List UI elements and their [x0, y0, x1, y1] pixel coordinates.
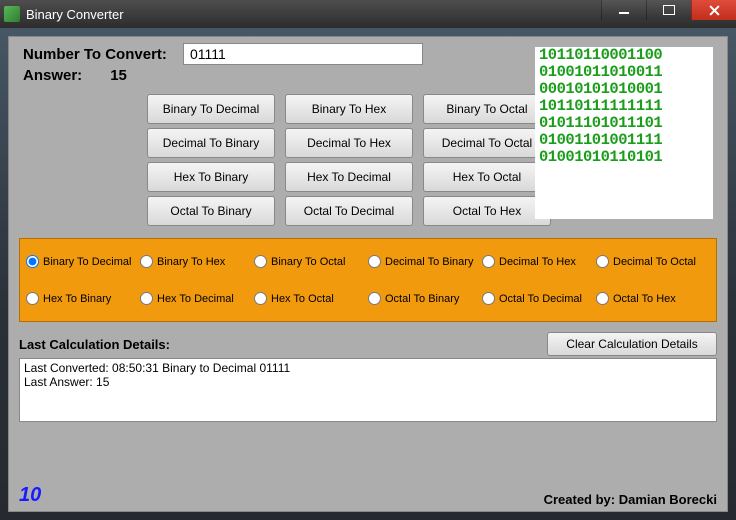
details-heading: Last Calculation Details:: [19, 337, 170, 352]
radio-panel: Binary To Decimal Binary To Hex Binary To …: [19, 238, 717, 322]
radio-label: Binary To Hex: [157, 256, 225, 268]
radio-input[interactable]: [482, 255, 495, 268]
convert-button-hex-to-decimal[interactable]: Hex To Decimal: [285, 162, 413, 192]
radio-label: Decimal To Octal: [613, 256, 696, 268]
convert-button-decimal-to-binary[interactable]: Decimal To Binary: [147, 128, 275, 158]
window-title: Binary Converter: [26, 7, 124, 22]
convert-button-grid: Binary To Decimal Binary To Hex Binary To …: [147, 94, 557, 226]
details-line1: Last Converted: 08:50:31 Binary to Decim…: [24, 361, 712, 375]
convert-button-binary-to-hex[interactable]: Binary To Hex: [285, 94, 413, 124]
answer-label: Answer:: [23, 67, 82, 84]
radio-octal-to-hex[interactable]: Octal To Hex: [596, 280, 710, 317]
radio-label: Octal To Binary: [385, 293, 459, 305]
radio-hex-to-binary[interactable]: Hex To Binary: [26, 280, 140, 317]
radio-binary-to-hex[interactable]: Binary To Hex: [140, 243, 254, 280]
radio-input[interactable]: [596, 255, 609, 268]
radio-input[interactable]: [254, 255, 267, 268]
convert-button-decimal-to-octal[interactable]: Decimal To Octal: [423, 128, 551, 158]
radio-label: Decimal To Binary: [385, 256, 473, 268]
radio-hex-to-decimal[interactable]: Hex To Decimal: [140, 280, 254, 317]
convert-button-hex-to-binary[interactable]: Hex To Binary: [147, 162, 275, 192]
close-button[interactable]: [691, 0, 736, 20]
radio-decimal-to-binary[interactable]: Decimal To Binary: [368, 243, 482, 280]
convert-button-hex-to-octal[interactable]: Hex To Octal: [423, 162, 551, 192]
radio-input[interactable]: [368, 255, 381, 268]
convert-button-binary-to-octal[interactable]: Binary To Octal: [423, 94, 551, 124]
radio-input[interactable]: [254, 292, 267, 305]
clear-details-button[interactable]: Clear Calculation Details: [547, 332, 717, 356]
radio-input[interactable]: [26, 255, 39, 268]
radio-input[interactable]: [140, 255, 153, 268]
radio-input[interactable]: [482, 292, 495, 305]
footer-credit: Created by: Damian Borecki: [544, 492, 717, 507]
radio-octal-to-decimal[interactable]: Octal To Decimal: [482, 280, 596, 317]
convert-button-octal-to-hex[interactable]: Octal To Hex: [423, 196, 551, 226]
footer-counter: 10: [19, 484, 41, 507]
convert-button-decimal-to-hex[interactable]: Decimal To Hex: [285, 128, 413, 158]
details-line2: Last Answer: 15: [24, 375, 712, 389]
radio-label: Hex To Decimal: [157, 293, 234, 305]
radio-label: Hex To Binary: [43, 293, 111, 305]
radio-binary-to-decimal[interactable]: Binary To Decimal: [26, 243, 140, 280]
app-icon: [4, 6, 20, 22]
number-input[interactable]: [183, 43, 423, 65]
answer-value: 15: [110, 67, 127, 84]
radio-label: Decimal To Hex: [499, 256, 576, 268]
radio-hex-to-octal[interactable]: Hex To Octal: [254, 280, 368, 317]
radio-input[interactable]: [596, 292, 609, 305]
radio-label: Binary To Octal: [271, 256, 345, 268]
minimize-button[interactable]: [601, 0, 646, 20]
convert-button-binary-to-decimal[interactable]: Binary To Decimal: [147, 94, 275, 124]
client-area: Number To Convert: Answer: 15 1011011000…: [8, 36, 728, 512]
details-box: Last Converted: 08:50:31 Binary to Decim…: [19, 358, 717, 422]
maximize-button[interactable]: [646, 0, 691, 20]
radio-octal-to-binary[interactable]: Octal To Binary: [368, 280, 482, 317]
radio-input[interactable]: [368, 292, 381, 305]
radio-input[interactable]: [140, 292, 153, 305]
binary-art: 1011011000110001001011010011000101010100…: [535, 47, 713, 219]
radio-binary-to-octal[interactable]: Binary To Octal: [254, 243, 368, 280]
radio-label: Octal To Hex: [613, 293, 676, 305]
title-bar: Binary Converter: [0, 0, 736, 28]
convert-button-octal-to-decimal[interactable]: Octal To Decimal: [285, 196, 413, 226]
radio-label: Octal To Decimal: [499, 293, 582, 305]
radio-label: Binary To Decimal: [43, 256, 131, 268]
convert-button-octal-to-binary[interactable]: Octal To Binary: [147, 196, 275, 226]
radio-decimal-to-octal[interactable]: Decimal To Octal: [596, 243, 710, 280]
radio-input[interactable]: [26, 292, 39, 305]
radio-decimal-to-hex[interactable]: Decimal To Hex: [482, 243, 596, 280]
radio-label: Hex To Octal: [271, 293, 334, 305]
number-to-convert-label: Number To Convert:: [23, 46, 183, 63]
